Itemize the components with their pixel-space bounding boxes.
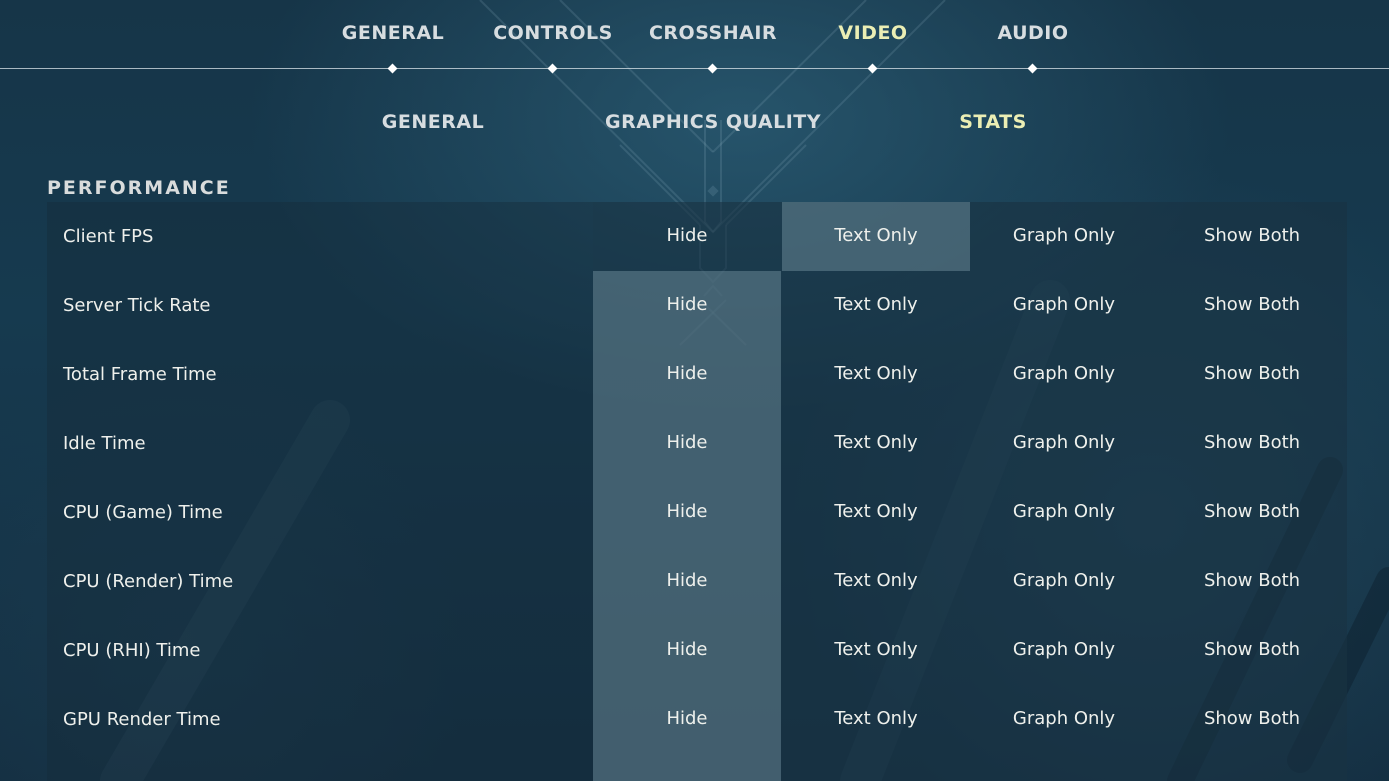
tab-general[interactable]: GENERAL	[313, 22, 473, 74]
setting-label: Total Frame Time	[63, 364, 217, 385]
section-title-performance: PERFORMANCE	[47, 177, 231, 199]
top-navigation: GENERAL CONTROLS CROSSHAIR VIDEO AUDIO	[0, 0, 1389, 74]
tab-video-label: VIDEO	[838, 22, 908, 44]
tab-audio-label: AUDIO	[997, 22, 1069, 44]
tab-indicator-diamond-icon	[707, 63, 718, 74]
tab-controls[interactable]: CONTROLS	[473, 22, 633, 74]
setting-row-gpu-render-time: GPU Render Time Hide Text Only Graph Onl…	[47, 685, 1347, 754]
option-text-only[interactable]: Text Only	[782, 409, 970, 478]
tab-indicator-diamond-icon	[387, 63, 398, 74]
option-hide[interactable]: Hide	[593, 547, 781, 616]
option-show-both[interactable]: Show Both	[1158, 547, 1346, 616]
option-text-only[interactable]: Text Only	[782, 478, 970, 547]
option-text-only[interactable]: Text Only	[782, 340, 970, 409]
setting-label: Server Tick Rate	[63, 295, 211, 316]
option-text-only[interactable]: Text Only	[782, 685, 970, 754]
option-graph-only[interactable]: Graph Only	[970, 271, 1158, 340]
option-show-both[interactable]: Show Both	[1158, 685, 1346, 754]
option-hide[interactable]: Hide	[593, 685, 781, 754]
subtab-stats[interactable]: STATS	[873, 111, 1113, 133]
option-graph-only[interactable]: Graph Only	[970, 409, 1158, 478]
setting-label: CPU (RHI) Time	[63, 640, 201, 661]
tab-indicator-diamond-icon	[867, 63, 878, 74]
setting-row-cpu-rhi-time: CPU (RHI) Time Hide Text Only Graph Only…	[47, 616, 1347, 685]
setting-row-cpu-render-time: CPU (Render) Time Hide Text Only Graph O…	[47, 547, 1347, 616]
setting-label: CPU (Render) Time	[63, 571, 234, 592]
option-hide[interactable]: Hide	[593, 478, 781, 547]
option-show-both[interactable]: Show Both	[1158, 478, 1346, 547]
option-text-only[interactable]: Text Only	[782, 202, 970, 271]
setting-row-client-fps: Client FPS Hide Text Only Graph Only Sho…	[47, 202, 1347, 271]
option-hide[interactable]: Hide	[593, 340, 781, 409]
setting-row-total-frame-time: Total Frame Time Hide Text Only Graph On…	[47, 340, 1347, 409]
option-graph-only[interactable]: Graph Only	[970, 478, 1158, 547]
option-text-only[interactable]: Text Only	[782, 616, 970, 685]
option-hide[interactable]: Hide	[593, 409, 781, 478]
subtab-general[interactable]: GENERAL	[313, 111, 553, 133]
option-show-both[interactable]: Show Both	[1158, 271, 1346, 340]
setting-row-cpu-game-time: CPU (Game) Time Hide Text Only Graph Onl…	[47, 478, 1347, 547]
tab-indicator-diamond-icon	[547, 63, 558, 74]
setting-label: CPU (Game) Time	[63, 502, 223, 523]
option-show-both[interactable]: Show Both	[1158, 202, 1346, 271]
tab-video[interactable]: VIDEO	[793, 22, 953, 74]
setting-label: Client FPS	[63, 226, 154, 247]
option-graph-only[interactable]: Graph Only	[970, 340, 1158, 409]
option-graph-only[interactable]: Graph Only	[970, 202, 1158, 271]
setting-label: Idle Time	[63, 433, 146, 454]
option-text-only[interactable]: Text Only	[782, 271, 970, 340]
option-graph-only[interactable]: Graph Only	[970, 616, 1158, 685]
subtab-graphics-quality[interactable]: GRAPHICS QUALITY	[593, 111, 833, 133]
tab-controls-label: CONTROLS	[493, 22, 613, 44]
tab-general-label: GENERAL	[341, 22, 445, 44]
option-hide[interactable]: Hide	[593, 616, 781, 685]
option-text-only[interactable]: Text Only	[782, 547, 970, 616]
hide-column-highlight	[593, 754, 781, 781]
tab-indicator-diamond-icon	[1027, 63, 1038, 74]
option-hide[interactable]: Hide	[593, 202, 781, 271]
option-hide[interactable]: Hide	[593, 271, 781, 340]
setting-row-server-tick-rate: Server Tick Rate Hide Text Only Graph On…	[47, 271, 1347, 340]
tab-crosshair-label: CROSSHAIR	[648, 22, 778, 44]
option-show-both[interactable]: Show Both	[1158, 409, 1346, 478]
tab-audio[interactable]: AUDIO	[953, 22, 1113, 74]
option-show-both[interactable]: Show Both	[1158, 616, 1346, 685]
option-show-both[interactable]: Show Both	[1158, 340, 1346, 409]
setting-row-idle-time: Idle Time Hide Text Only Graph Only Show…	[47, 409, 1347, 478]
option-graph-only[interactable]: Graph Only	[970, 547, 1158, 616]
setting-label: GPU Render Time	[63, 709, 221, 730]
option-graph-only[interactable]: Graph Only	[970, 685, 1158, 754]
performance-settings-panel: Client FPS Hide Text Only Graph Only Sho…	[47, 202, 1347, 781]
tab-crosshair[interactable]: CROSSHAIR	[633, 22, 793, 74]
